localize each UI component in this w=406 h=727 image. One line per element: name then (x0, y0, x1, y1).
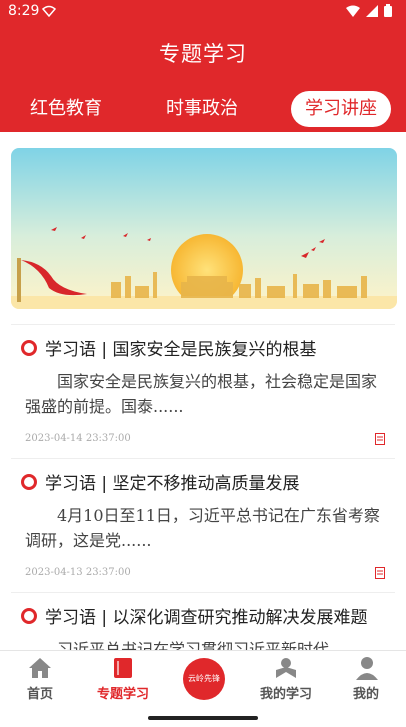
bullet-circle-icon (21, 339, 37, 356)
article-summary: 国家安全是民族复兴的根基，社会稳定是国家强盛的前提。国泰...... (25, 372, 378, 416)
nav-label: 首页 (26, 687, 53, 702)
home-icon (28, 657, 52, 683)
article-card[interactable]: 学习语 | 坚定不移推动高质量发展 4月10日至11日，习近平总书记在广东省考察… (11, 458, 395, 590)
nav-topic-study[interactable]: 专题学习 (83, 651, 163, 707)
article-title: 学习语 | 国家安全是民族复兴的根基 (21, 335, 317, 360)
article-card[interactable]: 学习语 | 国家安全是民族复兴的根基 国家安全是民族复兴的根基，社会稳定是国家强… (11, 324, 395, 456)
article-date: 2023-04-14 23:37:00 (25, 433, 131, 444)
nav-label: 我的 (352, 687, 379, 702)
document-icon (375, 430, 385, 449)
nav-mine[interactable]: 我的 (326, 651, 406, 707)
article-summary: 4月10日至11日，习近平总书记在广东省考察调研，这是党...... (25, 506, 380, 550)
bullet-circle-icon (21, 473, 37, 490)
bottom-nav: 首页 专题学习 云岭先锋 我的学习 我的 (0, 650, 406, 706)
document-icon (375, 564, 385, 583)
center-logo-button[interactable]: 云岭先锋 (183, 658, 225, 700)
tab-study-lectures[interactable]: 学习讲座 (291, 91, 391, 127)
reading-person-icon (274, 656, 298, 684)
nav-home[interactable]: 首页 (0, 651, 80, 707)
home-gesture-bar[interactable] (148, 716, 258, 720)
tab-red-education[interactable]: 红色教育 (30, 92, 102, 126)
cellular-icon (366, 4, 378, 21)
tab-current-affairs[interactable]: 时事政治 (166, 92, 238, 126)
banner-image[interactable] (11, 148, 397, 309)
status-time: 8:29 (8, 3, 40, 19)
nav-label: 我的学习 (259, 687, 312, 702)
page-title: 专题学习 (159, 42, 247, 66)
nav-my-study[interactable]: 我的学习 (246, 651, 326, 707)
center-logo-label: 云岭先锋 (188, 674, 220, 683)
article-title: 学习语 | 以深化调查研究推动解决发展难题 (21, 603, 368, 628)
content-area[interactable]: 学习语 | 国家安全是民族复兴的根基 国家安全是民族复兴的根基，社会稳定是国家强… (0, 132, 406, 650)
signal-icon (41, 5, 57, 21)
status-bar: 8:29 (0, 0, 406, 24)
article-card[interactable]: 学习语 | 以深化调查研究推动解决发展难题 习近平总书记在学习贯彻习近平新时代 (11, 592, 395, 650)
battery-icon (384, 4, 392, 21)
nav-label: 专题学习 (96, 687, 149, 702)
article-date: 2023-04-13 23:37:00 (25, 567, 131, 578)
header: 专题学习 红色教育 时事政治 学习讲座 (0, 24, 406, 132)
article-title: 学习语 | 坚定不移推动高质量发展 (21, 469, 300, 494)
book-icon (112, 657, 134, 683)
wifi-icon (346, 5, 360, 21)
gesture-bar-area (0, 706, 406, 727)
article-summary: 习近平总书记在学习贯彻习近平新时代 (57, 640, 330, 650)
bullet-circle-icon (21, 607, 37, 624)
user-icon (356, 656, 378, 684)
